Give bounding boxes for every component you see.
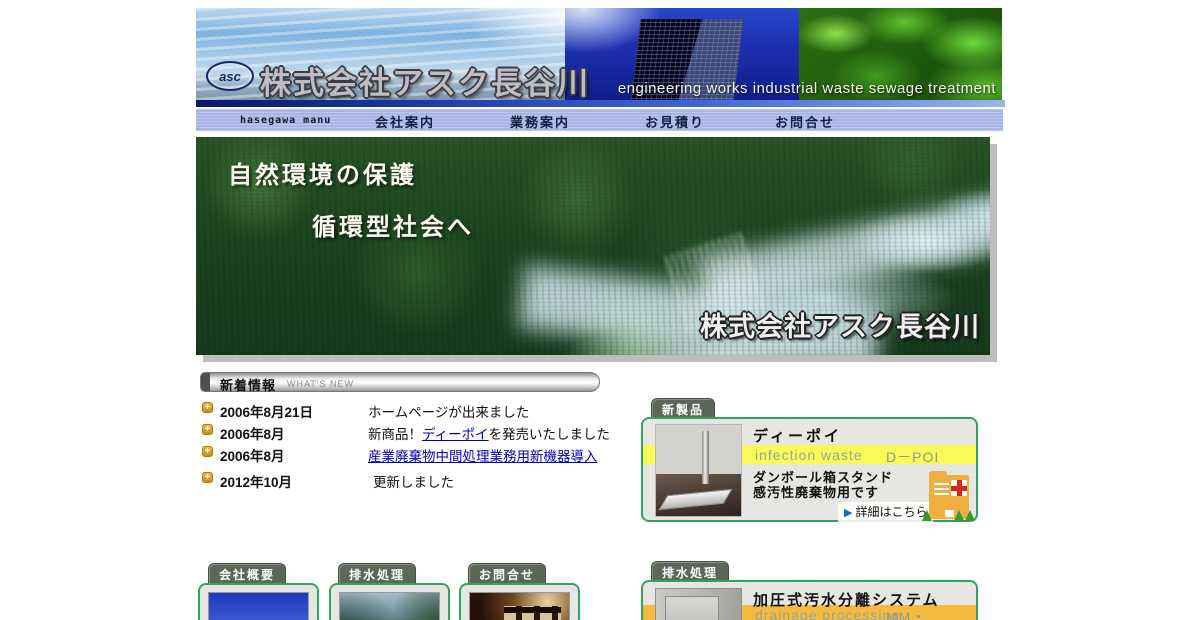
- news-text: ホームページが出来ました: [368, 401, 529, 421]
- news-date: 2006年8月: [220, 445, 285, 465]
- tree-icon: [954, 510, 964, 521]
- news-link[interactable]: 産業廃棄物中間処理業務用新機器導入: [368, 449, 598, 464]
- plus-bullet-icon: +: [202, 472, 213, 483]
- hero-image: 自然環境の保護 循環型社会へ 株式会社アスク長谷川: [196, 137, 990, 355]
- blue-divider-strip: [196, 100, 1005, 107]
- news-row: + 2006年8月21日 ホームページが出来ました: [200, 401, 660, 419]
- news-text-plain: を発売いたしました: [489, 427, 611, 442]
- mountain-valley-photo: [339, 592, 440, 620]
- quick-link-contact[interactable]: [459, 583, 580, 620]
- news-text: 新商品！ディーポイを発売いたしました: [368, 423, 610, 443]
- product-description-line2: 感汚性廃棄物用です: [753, 482, 879, 501]
- header-banner: asc 株式会社アスク長谷川 engineering works industr…: [196, 8, 1002, 100]
- company-name: 株式会社アスク長谷川: [260, 58, 590, 100]
- product-title: ディーポイ: [753, 425, 842, 446]
- news-header-bar: 新着情報 WHAT'S NEW: [200, 372, 600, 392]
- city-skyline-photo: [208, 592, 309, 620]
- asc-logo-icon: asc: [206, 61, 254, 91]
- keypad-keys-shape: [504, 606, 561, 620]
- main-nav: hasegawa manu 会社案内 業務案内 お見積り お問合せ: [196, 109, 1003, 131]
- dpoi-product-photo: [655, 424, 742, 517]
- arrow-right-icon: ▶: [844, 507, 852, 519]
- news-text: 更新しました: [373, 471, 454, 491]
- tree-icon: [922, 510, 932, 521]
- product-title: 加圧式汚水分離システム: [753, 589, 940, 610]
- quick-link-drainage[interactable]: [329, 583, 450, 620]
- news-date: 2012年10月: [220, 471, 292, 491]
- news-subtitle: WHAT'S NEW: [287, 379, 354, 389]
- new-product-box: ディーポイ infection waste D－POI ダンボール箱スタンド 感…: [641, 417, 978, 522]
- drainage-product-box: 加圧式汚水分離システム drainage processing MM・TMill…: [641, 580, 978, 620]
- news-date: 2006年8月21日: [220, 401, 313, 421]
- news-title: 新着情報: [220, 375, 276, 394]
- detail-link[interactable]: ▶詳細はこちら: [838, 502, 933, 522]
- nav-item-estimate[interactable]: お見積り: [645, 112, 705, 131]
- news-row: + 2006年8月 新商品！ディーポイを発売いたしました: [200, 423, 660, 441]
- quick-link-company[interactable]: [198, 583, 319, 620]
- plus-bullet-icon: +: [202, 446, 213, 457]
- plus-bullet-icon: +: [202, 424, 213, 435]
- tree-icon: [965, 510, 975, 521]
- nav-item-services[interactable]: 業務案内: [510, 112, 570, 131]
- highlight-right-label: D－POI: [886, 447, 939, 467]
- detail-link-label: 詳細はこちら: [855, 505, 927, 519]
- hero-slogan-1: 自然環境の保護: [228, 155, 417, 190]
- news-text-plain: ホームページが出来ました: [368, 405, 529, 420]
- news-text-plain: 新商品！: [368, 427, 422, 442]
- news-link[interactable]: ディーポイ: [422, 427, 489, 442]
- hero-company-caption: 株式会社アスク長谷川: [700, 305, 980, 344]
- header-tagline: engineering works industrial waste sewag…: [618, 80, 996, 97]
- page: asc 株式会社アスク長谷川 engineering works industr…: [0, 0, 1200, 620]
- news-header-cap: [201, 373, 210, 391]
- highlight-left-label: infection waste: [755, 447, 863, 463]
- news-text-plain: 更新しました: [373, 475, 454, 490]
- photo-stand-pole-shape: [702, 431, 709, 484]
- hero-slogan-2: 循環型社会へ: [312, 207, 474, 242]
- logo-text: asc: [219, 69, 241, 84]
- plus-bullet-icon: +: [202, 402, 213, 413]
- phone-keypad-photo: [469, 592, 570, 620]
- news-row: + 2006年8月 産業廃棄物中間処理業務用新機器導入: [200, 445, 660, 463]
- nav-item-contact[interactable]: お問合せ: [775, 112, 835, 131]
- red-cross-icon: [951, 480, 967, 496]
- news-row: + 2012年10月 更新しました: [200, 471, 660, 489]
- news-text: 産業廃棄物中間処理業務用新機器導入: [368, 445, 598, 465]
- news-date: 2006年8月: [220, 423, 285, 443]
- separator-machine-photo: [655, 588, 742, 620]
- nav-item-company[interactable]: 会社案内: [375, 112, 435, 131]
- hospital-icon: [922, 471, 974, 523]
- nav-brand-label: hasegawa manu: [240, 115, 331, 126]
